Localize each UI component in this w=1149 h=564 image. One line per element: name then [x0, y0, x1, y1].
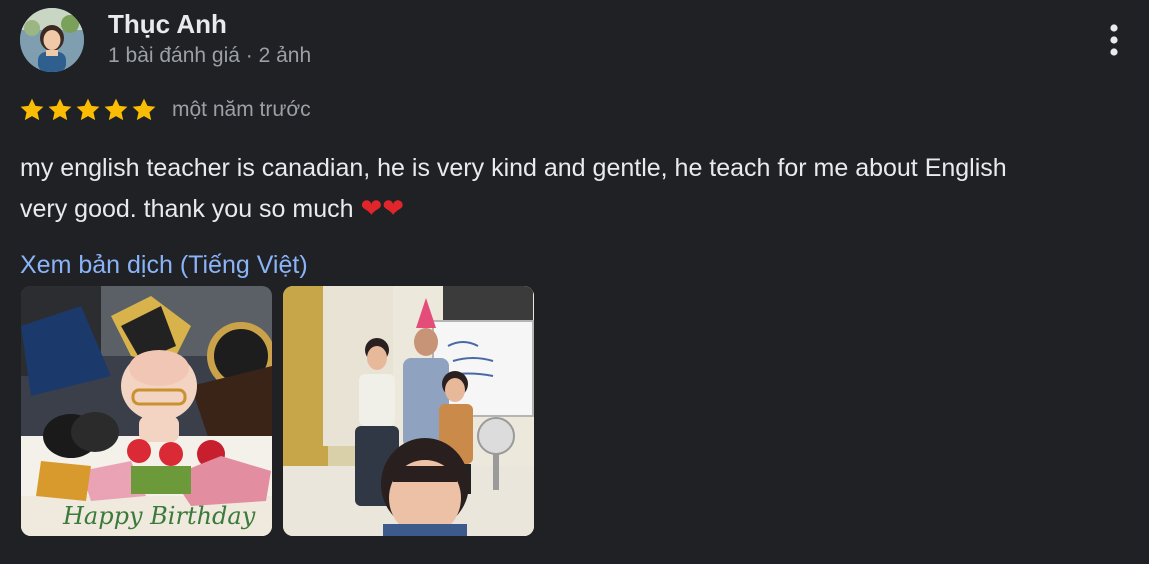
cake-text: Happy Birthday: [62, 502, 256, 530]
star-icon: [104, 98, 128, 121]
review-text-line-2: very good. thank you so much ❤❤: [20, 189, 1140, 230]
birthday-cake-photo-icon: Happy Birthday: [21, 286, 272, 536]
translate-link[interactable]: Xem bản dịch (Tiếng Việt): [20, 248, 308, 282]
rating-row: một năm trước: [18, 94, 311, 126]
review-photo-2[interactable]: [283, 286, 534, 536]
star-icon: [20, 98, 44, 121]
star-icon: [48, 98, 72, 121]
group-selfie-photo-icon: [283, 286, 534, 536]
review-text-line-2-text: very good. thank you so much: [20, 195, 361, 223]
reviewer-meta: 1 bài đánh giá · 2 ảnh: [108, 44, 312, 67]
review-text-line-1: my english teacher is canadian, he is ve…: [20, 154, 1007, 182]
star-rating: [18, 96, 158, 124]
review-time: một năm trước: [172, 98, 311, 121]
star-icon: [76, 98, 100, 121]
reviewer-avatar[interactable]: [20, 8, 84, 72]
review-text: my english teacher is canadian, he is ve…: [20, 148, 1140, 230]
review-photo-1[interactable]: Happy Birthday: [21, 286, 272, 536]
star-icon: [132, 98, 156, 121]
more-vert-icon: [1110, 24, 1118, 56]
reviewer-name[interactable]: Thục Anh: [108, 8, 227, 40]
heart-emoji-icon: ❤❤: [360, 194, 405, 224]
more-options-button[interactable]: [1096, 18, 1132, 62]
avatar-photo-icon: [20, 8, 84, 72]
